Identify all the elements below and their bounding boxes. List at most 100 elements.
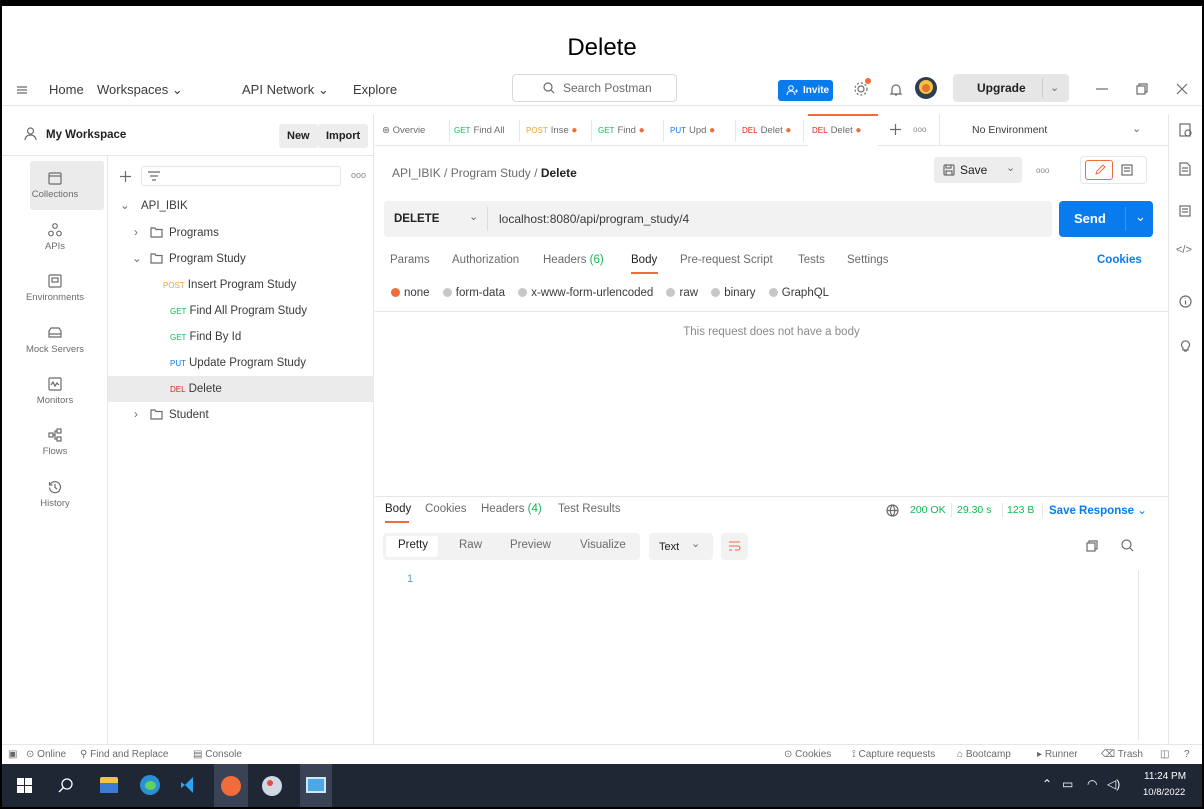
tab-headers[interactable]: Headers (6) <box>543 254 604 266</box>
response-tab-headers[interactable]: Headers (4) <box>481 503 542 515</box>
tab-request[interactable]: GET Find All <box>454 120 520 142</box>
import-button[interactable]: Import <box>318 124 369 148</box>
radio-none[interactable]: none <box>391 287 430 299</box>
edit-toggle[interactable] <box>1085 160 1113 180</box>
radio-form-data[interactable]: form-data <box>442 287 505 299</box>
response-tab-test-results[interactable]: Test Results <box>558 503 621 515</box>
runner-button[interactable]: ▸ Runner <box>1037 749 1078 760</box>
save-button[interactable]: Save ⌄ <box>934 157 1022 183</box>
search-input[interactable]: Search Postman <box>512 74 677 102</box>
windows-start-icon[interactable] <box>17 778 32 793</box>
tab-request[interactable]: DEL Delet ● <box>742 120 804 142</box>
view-visualize[interactable]: Visualize <box>580 539 626 551</box>
wifi-icon[interactable]: ◠ <box>1087 777 1097 791</box>
rail-collections[interactable]: Collections <box>6 172 104 220</box>
add-icon[interactable] <box>120 171 131 182</box>
capture-requests-button[interactable]: ⟟ Capture requests <box>852 749 935 760</box>
tree-request-item[interactable]: PUT Update Program Study <box>108 350 374 376</box>
bell-icon[interactable] <box>889 82 903 97</box>
edge-browser-icon[interactable] <box>140 775 160 795</box>
avatar[interactable] <box>915 77 937 99</box>
environment-select[interactable]: No Environment <box>972 124 1047 136</box>
cookies-button[interactable]: ⊙ Cookies <box>784 749 831 760</box>
tree-folder-programs[interactable]: › Programs <box>108 220 374 246</box>
radio-urlencoded[interactable]: x-www-form-urlencoded <box>518 287 653 299</box>
taskbar-time[interactable]: 11:24 PM <box>1144 771 1186 782</box>
file-explorer-icon[interactable] <box>100 777 118 793</box>
tree-request-item[interactable]: POST Insert Program Study <box>108 272 374 298</box>
response-size[interactable]: 123 B <box>1007 504 1034 516</box>
more-tabs-icon[interactable]: ooo <box>913 125 926 134</box>
radio-binary[interactable]: binary <box>711 287 756 299</box>
new-tab-icon[interactable] <box>890 124 901 135</box>
lightbulb-icon[interactable] <box>1179 338 1192 352</box>
save-response-button[interactable]: Save Response ⌄ <box>1049 503 1147 517</box>
radio-raw[interactable]: raw <box>666 287 698 299</box>
more-options-icon[interactable]: ooo <box>351 170 366 180</box>
tree-collection-row[interactable]: ⌄ API_IBIK <box>108 193 374 219</box>
vscode-icon[interactable] <box>180 776 198 794</box>
rail-apis[interactable]: APIs <box>6 223 104 271</box>
tab-tests[interactable]: Tests <box>798 254 825 266</box>
url-input[interactable]: localhost:8080/api/program_study/4 <box>499 212 689 226</box>
toggle-sidebar-icon[interactable]: ▣ <box>8 749 17 760</box>
tab-pre-request-script[interactable]: Pre-request Script <box>680 254 773 266</box>
workspace-name[interactable]: My Workspace <box>46 129 126 141</box>
code-icon[interactable]: </> <box>1176 244 1192 256</box>
paint-icon[interactable] <box>262 776 282 796</box>
tree-folder-student[interactable]: › Student <box>108 402 374 428</box>
two-pane-icon[interactable]: ◫ <box>1160 749 1169 760</box>
send-button[interactable]: Send ⌄ <box>1059 201 1153 237</box>
breadcrumb-folder[interactable]: Program Study <box>451 166 531 180</box>
rail-history[interactable]: History <box>6 480 104 528</box>
view-preview[interactable]: Preview <box>510 539 551 551</box>
help-icon[interactable]: ? <box>1184 749 1190 760</box>
response-status[interactable]: 200 OK <box>910 504 946 516</box>
nav-explore[interactable]: Explore <box>353 82 397 97</box>
copy-icon[interactable] <box>1086 540 1098 552</box>
taskbar-date[interactable]: 10/8/2022 <box>1143 787 1185 798</box>
tab-params[interactable]: Params <box>390 254 430 266</box>
format-select[interactable]: Text ⌄ <box>649 533 713 560</box>
tree-request-item[interactable]: GET Find All Program Study <box>108 298 374 324</box>
view-pretty[interactable]: Pretty <box>398 539 428 551</box>
radio-graphql[interactable]: GraphQL <box>768 287 829 299</box>
rail-monitors[interactable]: Monitors <box>6 377 104 425</box>
more-options-icon[interactable]: ooo <box>1036 166 1049 175</box>
tab-request[interactable]: PUT Upd ● <box>670 120 736 142</box>
nav-api-network[interactable]: API Network ⌄ <box>242 82 329 98</box>
tab-overview[interactable]: ⊛ Overvie <box>382 120 450 142</box>
tree-request-item[interactable]: GET Find By Id <box>108 324 374 350</box>
tab-request[interactable]: GET Find ● <box>598 120 664 142</box>
remote-desktop-taskbar[interactable] <box>300 764 332 807</box>
menu-icon[interactable] <box>16 85 28 95</box>
filter-input[interactable] <box>141 166 341 186</box>
response-tab-body[interactable]: Body <box>385 503 411 515</box>
search-icon[interactable] <box>58 778 73 793</box>
rail-mock-servers[interactable]: Mock Servers <box>6 326 104 374</box>
documentation-icon[interactable] <box>1179 162 1191 176</box>
environment-quicklook-icon[interactable] <box>1179 123 1192 137</box>
close-icon[interactable] <box>1176 83 1188 95</box>
tray-chevron-up-icon[interactable]: ⌃ <box>1042 777 1052 791</box>
tab-body[interactable]: Body <box>631 254 657 266</box>
method-select[interactable]: DELETE <box>394 213 439 225</box>
view-raw[interactable]: Raw <box>459 539 482 551</box>
tab-settings[interactable]: Settings <box>847 254 889 266</box>
rail-environments[interactable]: Environments <box>6 274 104 322</box>
bootcamp-button[interactable]: ⌂ Bootcamp <box>957 749 1011 760</box>
tab-request[interactable]: POST Inse ● <box>526 120 592 142</box>
tab-authorization[interactable]: Authorization <box>452 254 519 266</box>
tab-request-active[interactable]: DEL Delet ● <box>812 120 876 142</box>
console-button[interactable]: ▤ Console <box>193 749 242 760</box>
postman-taskbar-active[interactable] <box>214 764 248 807</box>
globe-icon[interactable] <box>886 504 899 517</box>
maximize-icon[interactable] <box>1136 83 1148 95</box>
chevron-down-icon[interactable]: ⌄ <box>1135 199 1146 235</box>
nav-workspaces[interactable]: Workspaces ⌄ <box>97 82 183 98</box>
minimize-icon[interactable] <box>1096 88 1108 90</box>
chevron-down-icon[interactable]: ⌄ <box>1050 81 1059 94</box>
battery-icon[interactable]: ▭ <box>1062 777 1073 791</box>
invite-button[interactable]: Invite <box>778 80 833 101</box>
search-icon[interactable] <box>1121 539 1134 552</box>
